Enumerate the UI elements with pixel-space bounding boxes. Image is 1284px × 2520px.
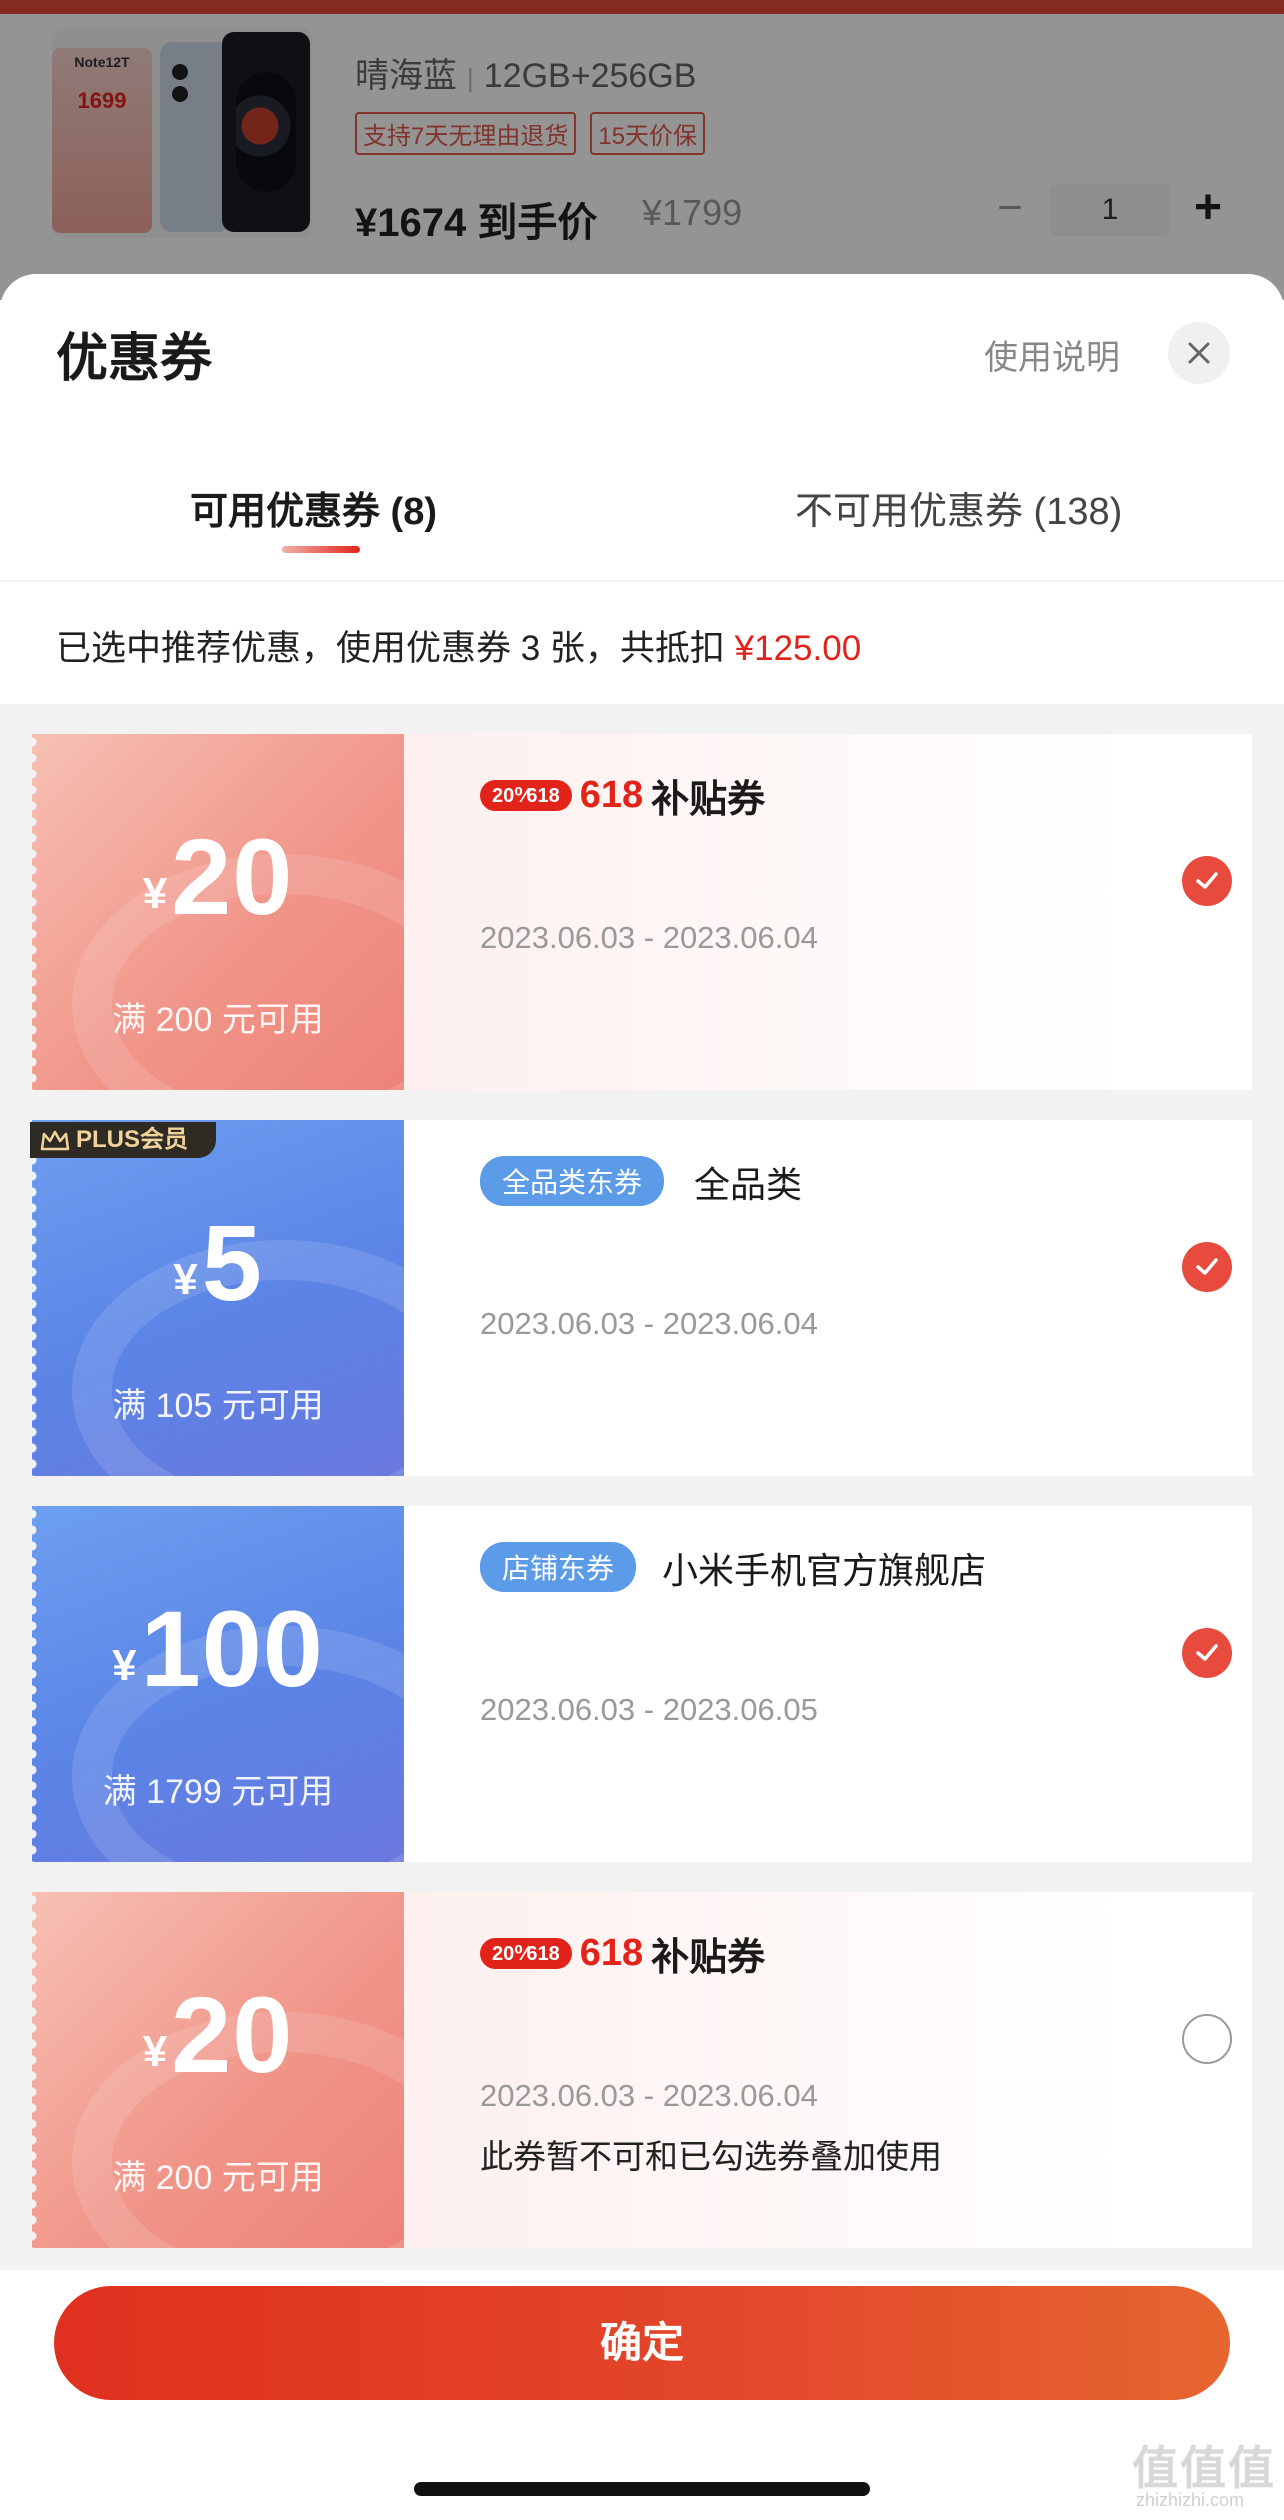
coupon-checkbox-checked[interactable]: [1182, 1242, 1232, 1292]
tab-active-indicator: [282, 546, 360, 553]
coupon-tabs: 可用优惠券 (8) 不可用优惠券 (138): [0, 470, 1284, 582]
subsidy-label: 补贴券: [651, 1937, 766, 1979]
coupon-amount: ¥100: [112, 1588, 324, 1709]
coupon-type-pill: 全品类东券: [480, 1156, 665, 1206]
coupon-card[interactable]: ¥20 满 200 元可用 20⁰⁄618 618 补贴券 2023.06.03 …: [32, 1892, 1252, 2248]
coupon-dates: 2023.06.03 - 2023.06.04: [480, 2078, 818, 2113]
modal-overlay[interactable]: [0, 0, 1284, 300]
coupon-stack-note: 此券暂不可和已勾选券叠加使用: [480, 2138, 942, 2175]
618-label: 618: [579, 774, 644, 816]
coupon-type-pill: 店铺东券: [480, 1542, 637, 1592]
subsidy-badge: 20⁰⁄618 618 补贴券: [480, 768, 765, 823]
close-button[interactable]: [1168, 322, 1230, 384]
coupon-info: 20⁰⁄618 618 补贴券 2023.06.03 - 2023.06.04 此…: [404, 1892, 1252, 2248]
coupon-value-panel: ¥20 满 200 元可用: [32, 1892, 404, 2248]
coupon-value-panel: ¥20 满 200 元可用: [32, 734, 404, 1090]
home-indicator[interactable]: [414, 2482, 870, 2496]
coupon-info: 20⁰⁄618 618 补贴券 2023.06.03 - 2023.06.04: [404, 734, 1252, 1090]
watermark-url: zhizhizhi.com: [1136, 2490, 1245, 2510]
sheet-title: 优惠券: [56, 330, 213, 388]
summary-text: 已选中推荐优惠，使用优惠券 3 张，共抵扣: [56, 629, 735, 668]
subsidy-label: 补贴券: [651, 779, 766, 821]
coupon-dates: 2023.06.03 - 2023.06.04: [480, 1306, 818, 1341]
coupon-checkbox-unchecked[interactable]: [1182, 2014, 1232, 2064]
plus-member-tag: PLUS会员: [30, 1122, 216, 1158]
coupon-amount: ¥20: [142, 1974, 294, 2095]
coupon-card[interactable]: ¥5 满 105 元可用 全品类东券 全品类 2023.06.03 - 2023…: [32, 1120, 1252, 1476]
coupon-card[interactable]: ¥100 满 1799 元可用 店铺东券 小米手机官方旗舰店 2023.06.0…: [32, 1506, 1252, 1862]
coupon-info: 全品类东券 全品类 2023.06.03 - 2023.06.04: [404, 1120, 1252, 1476]
coupon-value-panel: ¥100 满 1799 元可用: [32, 1506, 404, 1862]
confirm-button[interactable]: 确定: [54, 2286, 1230, 2400]
coupon-amount: ¥20: [142, 816, 294, 937]
tab-available[interactable]: 可用优惠券 (8): [190, 480, 437, 535]
618-pill: 20⁰⁄618: [480, 1938, 572, 1969]
coupon-condition: 满 200 元可用: [112, 2159, 324, 2197]
coupon-card[interactable]: ¥20 满 200 元可用 20⁰⁄618 618 补贴券 2023.06.03 …: [32, 734, 1252, 1090]
coupon-checkbox-checked[interactable]: [1182, 856, 1232, 906]
check-icon: [1196, 872, 1218, 889]
watermark: 值值值: [1132, 2442, 1276, 2494]
plus-label: PLUS会员: [76, 1126, 189, 1153]
618-pill: 20⁰⁄618: [480, 780, 572, 811]
check-icon: [1196, 1258, 1218, 1275]
crown-icon: [40, 1130, 70, 1151]
usage-help-link[interactable]: 使用说明: [984, 330, 1120, 379]
selection-summary: 已选中推荐优惠，使用优惠券 3 张，共抵扣 ¥125.00: [56, 620, 861, 671]
coupon-dates: 2023.06.03 - 2023.06.05: [480, 1692, 818, 1727]
coupon-checkbox-checked[interactable]: [1182, 1628, 1232, 1678]
coupon-value-panel: ¥5 满 105 元可用: [32, 1120, 404, 1476]
close-icon: [1188, 342, 1210, 364]
coupon-condition: 满 200 元可用: [112, 1001, 324, 1039]
coupon-shop: 小米手机官方旗舰店: [662, 1550, 987, 1591]
coupon-condition: 满 1799 元可用: [102, 1773, 334, 1811]
coupon-info: 店铺东券 小米手机官方旗舰店 2023.06.03 - 2023.06.05: [404, 1506, 1252, 1862]
coupon-condition: 满 105 元可用: [112, 1387, 324, 1425]
coupon-dates: 2023.06.03 - 2023.06.04: [480, 920, 818, 955]
summary-amount: ¥125.00: [734, 629, 862, 668]
618-label: 618: [579, 1932, 644, 1974]
coupon-amount: ¥5: [173, 1202, 263, 1323]
tab-unavailable[interactable]: 不可用优惠券 (138): [795, 480, 1122, 535]
check-icon: [1196, 1644, 1218, 1661]
coupon-sheet: 优惠券 使用说明 可用优惠券 (8) 不可用优惠券 (138) 已选中推荐优惠，…: [0, 274, 1284, 2520]
subsidy-badge: 20⁰⁄618 618 补贴券: [480, 1926, 765, 1981]
coupon-category: 全品类: [694, 1164, 803, 1205]
